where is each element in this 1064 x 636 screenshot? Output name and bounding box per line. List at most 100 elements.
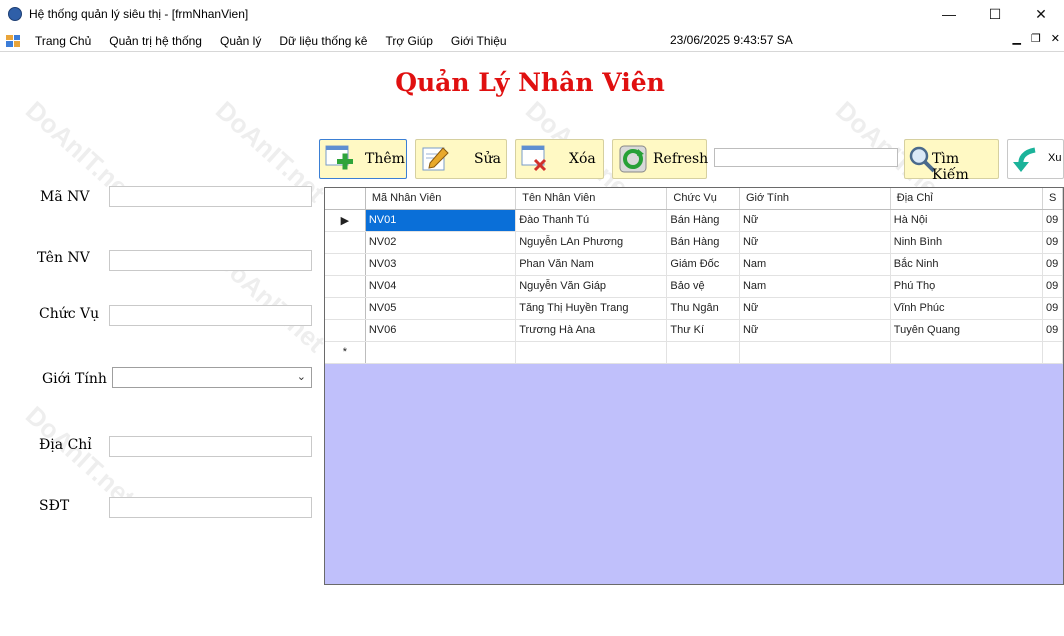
table-cell[interactable]: 09 [1042, 319, 1063, 342]
table-cell[interactable]: NV02 [365, 231, 517, 254]
table-row[interactable]: NV05 Tăng Thị Huyền Trang Thu Ngân Nữ Vĩ… [325, 297, 1063, 320]
new-row-marker[interactable]: * [325, 341, 366, 364]
table-cell[interactable]: 09 [1042, 209, 1063, 232]
new-row[interactable]: * [325, 341, 1063, 364]
table-cell[interactable] [666, 341, 740, 364]
table-cell[interactable]: NV06 [365, 319, 517, 342]
table-cell[interactable]: Bán Hàng [666, 209, 740, 232]
employee-grid[interactable]: Mã Nhân Viên Tên Nhân Viên Chức Vụ Giớ T… [324, 187, 1064, 585]
column-header[interactable]: Chức Vụ [666, 188, 740, 210]
table-cell[interactable]: Vĩnh Phúc [890, 297, 1044, 320]
table-cell[interactable]: Giám Đốc [666, 253, 740, 276]
table-cell[interactable]: Nữ [739, 319, 891, 342]
mdi-close-button[interactable]: ✕ [1051, 32, 1060, 45]
edit-button[interactable]: Sửa [415, 139, 507, 179]
row-header[interactable] [325, 275, 366, 298]
menu-bar: Trang Chủ Quản trị hệ thống Quản lý Dữ l… [0, 30, 1064, 52]
table-cell[interactable]: 09 [1042, 253, 1063, 276]
menu-quan-ly[interactable]: Quản lý [211, 34, 270, 48]
table-cell[interactable]: 09 [1042, 275, 1063, 298]
table-cell[interactable]: NV04 [365, 275, 517, 298]
table-cell[interactable] [739, 341, 891, 364]
table-row[interactable]: NV04 Nguyễn Văn Giáp Bảo vệ Nam Phú Thọ … [325, 275, 1063, 298]
row-header[interactable] [325, 253, 366, 276]
table-cell[interactable] [515, 341, 668, 364]
column-header[interactable]: S [1042, 188, 1063, 210]
table-row[interactable]: ▶ NV01 Đào Thanh Tú Bán Hàng Nữ Hà Nội 0… [325, 209, 1063, 232]
row-header[interactable] [325, 297, 366, 320]
table-cell[interactable]: Nữ [739, 209, 891, 232]
delete-button[interactable]: Xóa [515, 139, 604, 179]
search-button[interactable]: Tìm Kiếm [904, 139, 999, 183]
refresh-label: Refresh [653, 151, 709, 167]
minimize-button[interactable]: — [926, 0, 972, 28]
table-cell[interactable]: Hà Nội [890, 209, 1044, 232]
row-header[interactable] [325, 231, 366, 254]
edit-icon [422, 147, 449, 171]
export-label: Xu [1048, 152, 1062, 164]
table-cell[interactable]: Nam [739, 275, 891, 298]
table-cell[interactable]: Phan Văn Nam [515, 253, 668, 276]
table-cell[interactable]: Nữ [739, 297, 891, 320]
table-cell[interactable]: Trương Hà Ana [515, 319, 668, 342]
table-row[interactable]: NV03 Phan Văn Nam Giám Đốc Nam Bắc Ninh … [325, 253, 1063, 276]
table-cell[interactable] [1042, 341, 1063, 364]
table-cell[interactable]: 09 [1042, 231, 1063, 254]
close-button[interactable]: ✕ [1018, 0, 1064, 28]
ten-nv-label: Tên NV [37, 250, 90, 266]
table-cell[interactable]: Tuyên Quang [890, 319, 1044, 342]
table-cell[interactable]: Bán Hàng [666, 231, 740, 254]
table-row[interactable]: NV06 Trương Hà Ana Thư Kí Nữ Tuyên Quang… [325, 319, 1063, 342]
mdi-restore-button[interactable]: ❐ [1031, 32, 1041, 45]
column-header[interactable]: Tên Nhân Viên [515, 188, 668, 210]
column-header[interactable]: Mã Nhân Viên [365, 188, 517, 210]
menu-gioi-thieu[interactable]: Giới Thiệu [442, 34, 516, 48]
table-cell[interactable]: NV01 [365, 209, 517, 232]
table-cell[interactable]: Nguyễn LAn Phương [515, 231, 668, 254]
sdt-input[interactable] [109, 497, 312, 518]
table-cell[interactable]: Thu Ngân [666, 297, 740, 320]
table-cell[interactable]: NV03 [365, 253, 517, 276]
table-cell[interactable]: Nam [739, 253, 891, 276]
table-cell[interactable]: NV05 [365, 297, 517, 320]
table-cell[interactable]: Bảo vệ [666, 275, 740, 298]
ma-nv-input[interactable] [109, 186, 312, 207]
menu-quan-tri-he-thong[interactable]: Quản trị hệ thống [100, 34, 211, 48]
column-header[interactable]: Địa Chỉ [890, 188, 1044, 210]
add-icon [325, 145, 353, 170]
table-cell[interactable]: Ninh Bình [890, 231, 1044, 254]
table-row[interactable]: NV02 Nguyễn LAn Phương Bán Hàng Nữ Ninh … [325, 231, 1063, 254]
maximize-button[interactable]: ☐ [972, 0, 1018, 28]
page-title: Quản Lý Nhân Viên [395, 68, 665, 97]
menu-tro-giup[interactable]: Trợ Giúp [376, 34, 441, 48]
add-button[interactable]: Thêm [319, 139, 407, 179]
search-input[interactable] [714, 148, 898, 167]
table-cell[interactable] [890, 341, 1044, 364]
chuc-vu-input[interactable] [109, 305, 312, 326]
export-button[interactable]: Xu [1007, 139, 1064, 179]
table-cell[interactable]: 09 [1042, 297, 1063, 320]
dia-chi-input[interactable] [109, 436, 312, 457]
table-cell[interactable]: Bắc Ninh [890, 253, 1044, 276]
table-cell[interactable]: Nữ [739, 231, 891, 254]
table-cell[interactable] [365, 341, 517, 364]
menu-trang-chu[interactable]: Trang Chủ [26, 34, 100, 48]
row-header[interactable] [325, 319, 366, 342]
table-cell[interactable]: Nguyễn Văn Giáp [515, 275, 668, 298]
menu-du-lieu-thong-ke[interactable]: Dữ liệu thống kê [270, 34, 376, 48]
table-cell[interactable]: Thư Kí [666, 319, 740, 342]
current-row-marker[interactable]: ▶ [325, 209, 366, 232]
mdi-minimize-button[interactable]: ▁ [1012, 32, 1020, 45]
chuc-vu-label: Chức Vụ [39, 306, 100, 322]
ten-nv-input[interactable] [109, 250, 312, 271]
refresh-button[interactable]: Refresh [612, 139, 709, 179]
mdi-form-icon[interactable] [6, 34, 20, 47]
column-header[interactable]: Giớ Tính [739, 188, 891, 210]
refresh-icon [619, 145, 647, 173]
title-bar: Hệ thống quản lý siêu thị - [frmNhanVien… [0, 0, 1064, 28]
table-cell[interactable]: Đào Thanh Tú [515, 209, 668, 232]
table-cell[interactable]: Phú Thọ [890, 275, 1044, 298]
table-cell[interactable]: Tăng Thị Huyền Trang [515, 297, 668, 320]
gioi-tinh-select[interactable]: ⌄ [112, 367, 312, 388]
gioi-tinh-label: Giới Tính [42, 371, 107, 387]
